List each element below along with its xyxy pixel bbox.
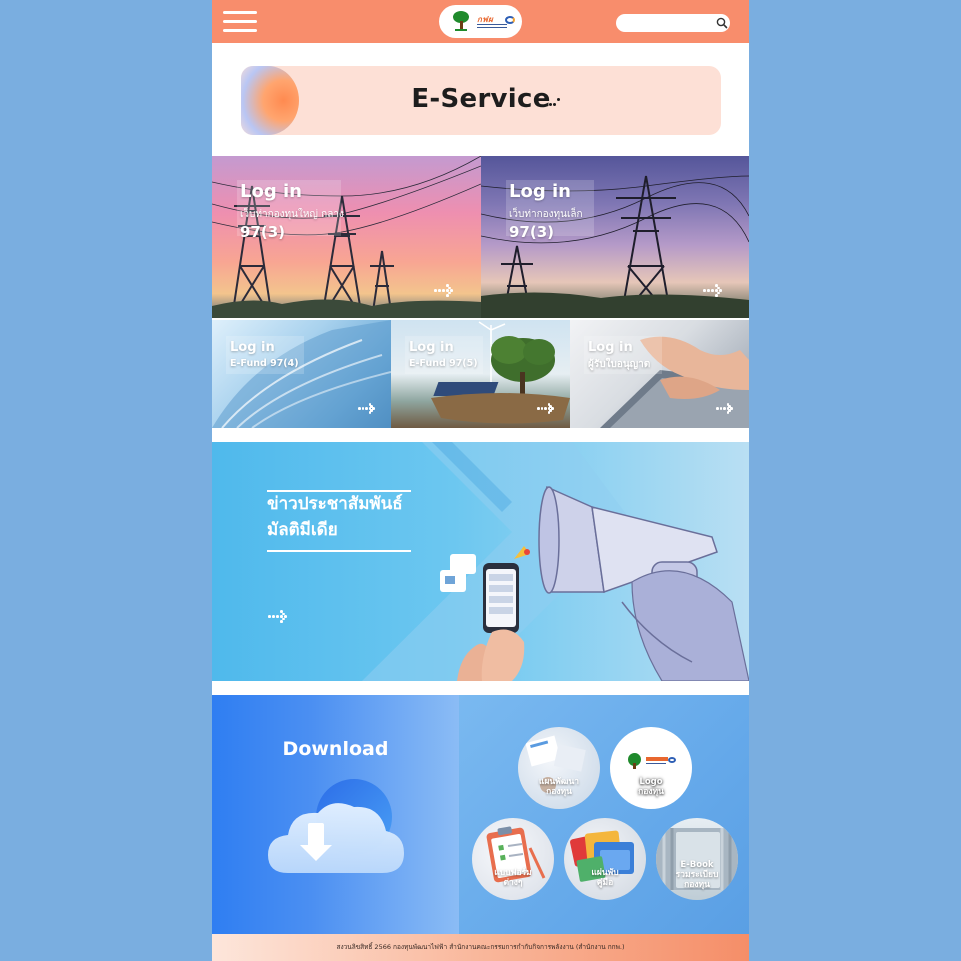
login-label: Log in	[588, 340, 633, 355]
circle-label: แผนพัฒนา กองทุน	[538, 777, 580, 797]
download-panel[interactable]: Download	[212, 695, 459, 934]
download-title: Download	[282, 738, 389, 760]
download-item-logo[interactable]: Logo กองทุน	[610, 727, 692, 809]
arrow-right-icon[interactable]	[358, 403, 375, 415]
top-bar: กฟผ	[212, 0, 749, 43]
megaphone-illustration	[362, 442, 749, 681]
login-label: Log in	[509, 181, 571, 202]
download-item-forms[interactable]: แบบฟอร์ม ต่างๆ	[472, 818, 554, 900]
login-label: Log in	[230, 340, 275, 355]
copyright-text: สงวนลิขสิทธิ์ 2566 กองทุนพัฒนาไฟฟ้า สำนั…	[336, 943, 625, 951]
login-label: Log in	[240, 181, 302, 202]
page: กฟผ E-Service Log in เว็บท่ากองทุนใหญ่ ก…	[212, 0, 749, 961]
cloud-download-icon	[268, 779, 404, 873]
download-item-development-plan[interactable]: แผนพัฒนา กองทุน	[518, 727, 600, 809]
search-icon[interactable]	[715, 16, 729, 30]
tile-subtitle: ผู้รับใบอนุญาต	[588, 359, 651, 370]
tile-subtitle: E-Fund 97(4)	[230, 358, 299, 369]
eservice-title: E-Service	[411, 84, 551, 114]
circle-label: E-Book รวมระเบียบ กองทุน	[675, 860, 719, 890]
eservice-banner: E-Service	[241, 66, 721, 135]
news-multimedia-banner[interactable]: ข่าวประชาสัมพันธ์ มัลติมีเดีย	[212, 442, 749, 681]
news-title: ข่าวประชาสัมพันธ์ มัลติมีเดีย	[267, 494, 403, 540]
divider	[267, 550, 411, 552]
menu-icon[interactable]	[223, 11, 257, 33]
arrow-right-icon[interactable]	[703, 284, 723, 298]
login-tile-large-fund[interactable]: Log in เว็บท่ากองทุนใหญ่ กลาง 97(3)	[212, 156, 481, 318]
tile-code: 97(3)	[509, 223, 555, 241]
tile-subtitle: เว็บท่ากองทุนเล็ก	[509, 209, 583, 220]
divider	[267, 490, 411, 492]
swirl-logo-icon	[505, 16, 515, 24]
download-items-panel: แผนพัฒนา กองทุน Logo กองทุน แบบฟอร์ม ต่า…	[459, 695, 749, 934]
dots-decoration-icon	[545, 96, 563, 108]
download-item-ebook[interactable]: E-Book รวมระเบียบ กองทุน	[656, 818, 738, 900]
tile-code: 97(3)	[240, 223, 286, 241]
login-tile-licensee[interactable]: Log in ผู้รับใบอนุญาต	[570, 320, 749, 428]
download-item-brochures[interactable]: แผ่นพับ คู่มือ	[564, 818, 646, 900]
site-logo[interactable]: กฟผ	[439, 5, 522, 38]
login-label: Log in	[409, 340, 454, 355]
tile-subtitle: E-Fund 97(5)	[409, 358, 478, 369]
search-input[interactable]	[616, 14, 730, 32]
tree-logo-icon	[453, 11, 469, 33]
circle-label: แบบฟอร์ม ต่างๆ	[494, 868, 532, 888]
login-tile-efund-97-5[interactable]: Log in E-Fund 97(5)	[391, 320, 570, 428]
arrow-right-icon[interactable]	[434, 284, 454, 298]
tile-subtitle: เว็บท่ากองทุนใหญ่ กลาง	[240, 209, 344, 220]
login-tile-small-fund[interactable]: Log in เว็บท่ากองทุนเล็ก 97(3)	[481, 156, 749, 318]
arrow-right-icon[interactable]	[268, 610, 288, 624]
circle-label: แผ่นพับ คู่มือ	[591, 868, 619, 888]
arrow-right-icon[interactable]	[537, 403, 554, 415]
login-tile-efund-97-4[interactable]: Log in E-Fund 97(4)	[212, 320, 391, 428]
arrow-right-icon[interactable]	[716, 403, 733, 415]
footer: สงวนลิขสิทธิ์ 2566 กองทุนพัฒนาไฟฟ้า สำนั…	[212, 934, 749, 961]
circle-label: Logo กองทุน	[638, 777, 664, 797]
